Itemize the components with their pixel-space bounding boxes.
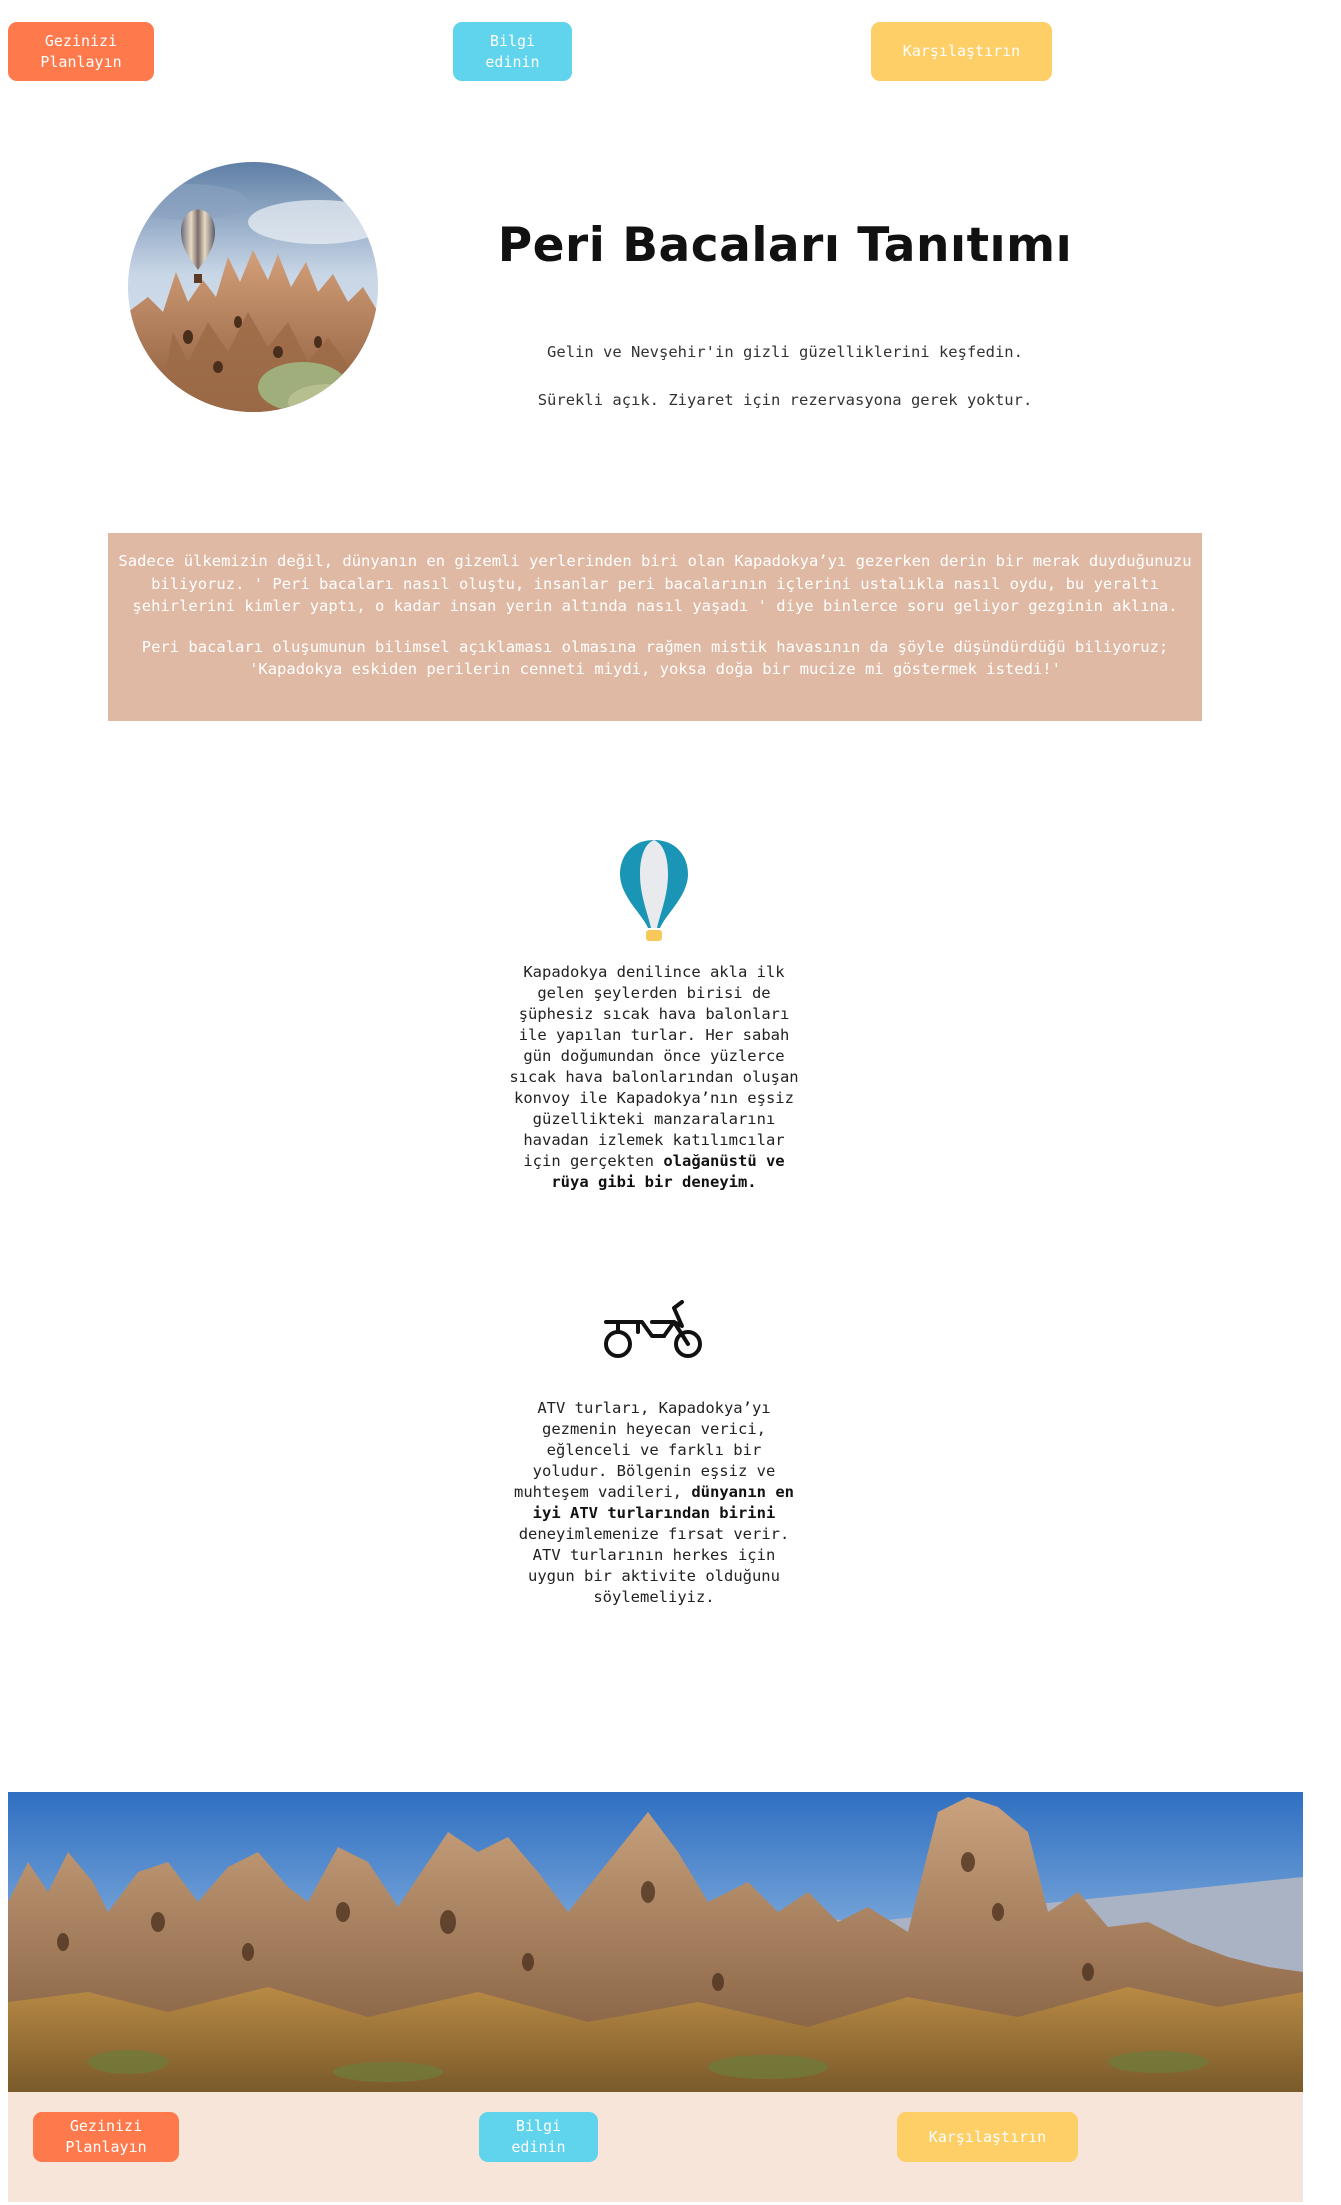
intro-box: Sadece ülkemizin değil, dünyanın en gize… xyxy=(108,533,1202,721)
footer-bar xyxy=(8,2092,1303,2202)
footer-compare-button[interactable]: Karşılaştırın xyxy=(897,2112,1078,2162)
hero-opening-info: Sürekli açık. Ziyaret için rezervasyona … xyxy=(537,391,1033,409)
intro-paragraph-1: Sadece ülkemizin değil, dünyanın en gize… xyxy=(118,552,1192,615)
footer-plan-trip-button[interactable]: Gezinizi Planlayın xyxy=(33,2112,179,2162)
hero-tagline: Gelin ve Nevşehir'in gizli güzelliklerin… xyxy=(547,343,1023,361)
page-title: Peri Bacaları Tanıtımı xyxy=(497,218,1073,273)
intro-paragraph-2: Peri bacaları oluşumunun bilimsel açıkla… xyxy=(141,637,1169,679)
get-info-button[interactable]: Bilgi edinin xyxy=(453,22,572,81)
cappadocia-panorama-photo xyxy=(8,1792,1303,2092)
hot-air-balloon-icon xyxy=(618,838,690,942)
motorcycle-icon xyxy=(602,1296,706,1360)
atv-tour-text: ATV turları, Kapadokya’yı gezmenin heyec… xyxy=(508,1398,800,1608)
hero-fairy-chimneys-photo xyxy=(128,162,378,412)
plan-trip-button[interactable]: Gezinizi Planlayın xyxy=(8,22,154,81)
compare-button[interactable]: Karşılaştırın xyxy=(871,22,1052,81)
balloon-tour-text: Kapadokya denilince akla ilk gelen şeyle… xyxy=(508,962,800,1193)
footer-get-info-button[interactable]: Bilgi edinin xyxy=(479,2112,598,2162)
balloon-tour-body: Kapadokya denilince akla ilk gelen şeyle… xyxy=(509,963,799,1170)
atv-tour-body-2: deneyimlemenize fırsat verir. ATV turlar… xyxy=(518,1525,790,1606)
